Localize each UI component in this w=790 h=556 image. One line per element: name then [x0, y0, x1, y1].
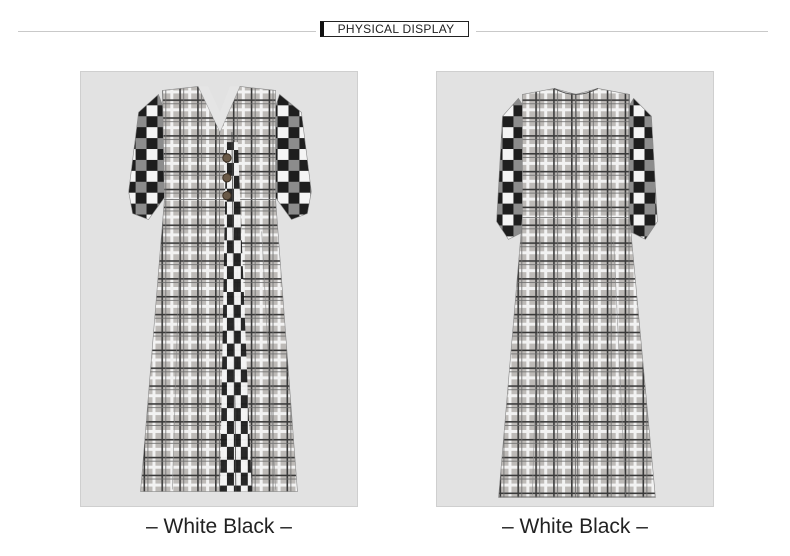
header-divider-left	[18, 31, 316, 32]
dress-front-photo	[80, 71, 358, 507]
dress-front-image	[128, 86, 312, 492]
front-photo-caption: – White Black –	[146, 515, 292, 538]
dress-back-photo	[436, 71, 714, 507]
section-title: PHYSICAL DISPLAY	[320, 21, 469, 37]
header-divider-right	[476, 31, 768, 32]
back-photo-caption: – White Black –	[502, 515, 648, 538]
dress-back-image	[496, 88, 658, 498]
